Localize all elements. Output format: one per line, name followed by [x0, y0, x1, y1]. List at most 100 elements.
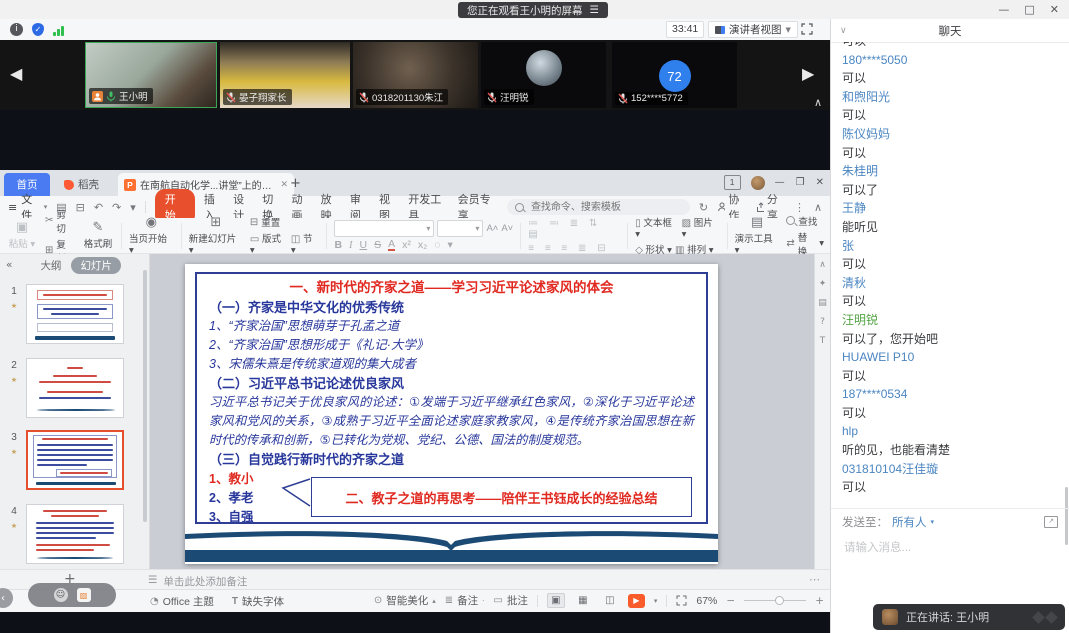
font-family-select[interactable]: ▾ [334, 220, 434, 237]
font-size-select[interactable]: ▾ [437, 220, 483, 237]
chat-sender[interactable]: HUAWEI P10 [842, 348, 1058, 367]
reading-view-button[interactable]: ◫ [601, 593, 619, 608]
strikethrough-button[interactable]: S [374, 239, 381, 251]
minimize-button[interactable]: — [998, 2, 1009, 17]
panel-scrollbar[interactable] [143, 270, 147, 522]
font-color-button[interactable]: A [388, 239, 395, 251]
slide-thumbnail[interactable] [26, 504, 124, 564]
theme-indicator[interactable]: ◔ Office 主题 [150, 594, 214, 609]
close-button[interactable]: ✕ [1050, 2, 1059, 17]
floating-toolbar-pill[interactable]: ☺ ▨ [28, 583, 116, 607]
italic-button[interactable]: I [349, 240, 353, 251]
search-input[interactable] [529, 201, 682, 214]
chat-sender[interactable]: 和煦阳光 [842, 88, 1058, 107]
slide-thumbnail[interactable] [26, 284, 124, 344]
zoom-out-button[interactable]: − [726, 595, 735, 607]
picture-button[interactable]: ▨ 图片 ▾ [682, 215, 720, 240]
textbox-button[interactable]: ▯ 文本框 ▾ [635, 215, 678, 240]
tab-outline[interactable]: 大纲 [40, 258, 61, 273]
tab-docer[interactable]: 稻壳 [56, 173, 107, 196]
beautify-sparkle-icon[interactable]: ✦ [819, 279, 827, 289]
smart-beautify-button[interactable]: ⊙ 智能美化 ▴ [374, 593, 436, 608]
start-from-page-button[interactable]: ◉当页开始 ▾ [129, 216, 174, 256]
cut-button[interactable]: ✂剪切 [45, 207, 75, 235]
close-tab-icon[interactable]: ✕ [280, 180, 288, 190]
zoom-in-button[interactable]: + [815, 595, 824, 607]
more-icon[interactable]: ▾ [130, 201, 136, 214]
video-tile[interactable]: 汪明锐 [481, 42, 606, 108]
print-icon[interactable]: ⊟ [76, 201, 85, 214]
format-painter-button[interactable]: ✎格式刷 [82, 221, 114, 250]
grow-font-button[interactable]: A˄ [486, 223, 498, 234]
wps-minimize-button[interactable]: — [775, 177, 785, 188]
wps-close-button[interactable]: ✕ [816, 177, 824, 188]
send-to-chevron[interactable]: ▾ [931, 518, 935, 526]
chat-sender[interactable]: 汪明锐 [842, 311, 1058, 330]
fullscreen-button[interactable] [801, 22, 813, 40]
help-icon[interactable]: ? [820, 317, 825, 327]
slide-thumbnail[interactable] [26, 358, 124, 418]
current-slide[interactable]: 一、新时代的齐家之道——学习习近平论述家风的体会 （一）齐家是中华文化的优秀传统… [185, 264, 718, 564]
comments-toggle[interactable]: ▭ 批注 [493, 593, 527, 608]
highlight-button[interactable]: ▾ [447, 239, 452, 251]
command-search-box[interactable] [507, 199, 690, 215]
layout-button[interactable]: ▭ 版式 ▾ [250, 231, 288, 256]
zoom-level[interactable]: 67% [696, 595, 717, 607]
view-mode-button[interactable]: 演讲者视图 ▼ [708, 21, 798, 38]
video-tile[interactable]: 晏子翔家长 [220, 42, 350, 108]
superscript-button[interactable]: x² [402, 239, 411, 251]
zoom-slider[interactable] [744, 600, 806, 601]
image-share-icon[interactable]: ▨ [77, 588, 91, 602]
new-tab-button[interactable]: + [290, 176, 301, 191]
collapse-panel-icon[interactable]: « [6, 259, 12, 271]
notes-placeholder[interactable]: ☰ 单击此处添加备注 [148, 574, 247, 589]
chat-input-area[interactable] [831, 534, 1069, 594]
security-shield-icon[interactable]: ✓ [32, 23, 44, 36]
chat-sender[interactable]: hlp [842, 422, 1058, 441]
redo-icon[interactable]: ↷ [112, 201, 121, 214]
wps-restore-button[interactable]: ❐ [796, 177, 805, 188]
chat-message-list[interactable]: 可以 180****5050 可以 和煦阳光 可以 陈仪妈妈 可以 朱桂明 可以… [831, 42, 1069, 508]
scroll-right-arrow[interactable]: ▶ [802, 64, 814, 84]
video-tile[interactable]: 0318201130朱江 [353, 42, 478, 108]
new-slide-button[interactable]: ⊞新建幻灯片 ▾ [189, 216, 243, 256]
account-avatar[interactable] [751, 176, 765, 190]
shrink-font-button[interactable]: A˅ [501, 223, 513, 234]
reset-button[interactable]: ⊟重置 [250, 215, 320, 229]
underline-button[interactable]: U [360, 239, 368, 251]
emoji-icon[interactable]: ☺ [54, 588, 68, 602]
clear-format-button[interactable]: ◌ [434, 239, 440, 251]
collapse-ribbon-icon[interactable]: ∧ [814, 201, 822, 214]
paste-button[interactable]: ▣粘贴 ▾ [6, 221, 38, 250]
align-buttons-row[interactable]: ≡ ≡ ≡ ≣ ⊟ [528, 243, 620, 254]
banner-menu-icon[interactable]: ☰ [590, 4, 599, 16]
send-to-select[interactable]: 所有人 [892, 514, 927, 530]
task-badge[interactable]: 1 [724, 175, 741, 190]
notes-more-icon[interactable]: ⋯ [809, 573, 820, 586]
zoom-slider-knob[interactable] [775, 596, 784, 605]
cloud-sync-icon[interactable]: ↻ [699, 201, 708, 214]
collapse-strip-chevron[interactable]: ∧ [814, 96, 822, 109]
find-button[interactable]: 查找 [786, 214, 824, 228]
tab-slides[interactable]: 幻灯片 [71, 257, 121, 274]
chat-sender[interactable]: 031810104汪佳璇 [842, 460, 1058, 479]
clipboard-pane-icon[interactable]: ▤ [818, 298, 827, 308]
chat-sender[interactable]: 180****5050 [842, 51, 1058, 70]
chat-sender[interactable]: 王静 [842, 199, 1058, 218]
kebab-menu-icon[interactable]: ⋮ [794, 201, 805, 214]
chat-sender[interactable]: 187****0534 [842, 385, 1058, 404]
slide-thumbnail-selected[interactable] [26, 430, 124, 490]
scroll-up-icon[interactable]: ∧ [819, 260, 826, 270]
video-tile[interactable]: 72 152****5772 [612, 42, 737, 108]
slide-sorter-view-button[interactable]: ▦ [574, 593, 592, 608]
chat-sender[interactable]: 朱桂明 [842, 162, 1058, 181]
normal-view-button[interactable]: ▣ [547, 593, 565, 608]
undo-icon[interactable]: ↶ [94, 201, 103, 214]
chat-sender[interactable]: 清秋 [842, 274, 1058, 293]
info-icon[interactable]: i [10, 23, 23, 36]
notes-toggle[interactable]: ≣ 备注 · [445, 593, 485, 608]
text-tool-icon[interactable]: T [820, 336, 826, 346]
chat-collapse-chevron[interactable]: ∨ [840, 26, 847, 36]
video-tile[interactable]: 王小明 [85, 42, 217, 108]
bold-button[interactable]: B [334, 239, 342, 251]
